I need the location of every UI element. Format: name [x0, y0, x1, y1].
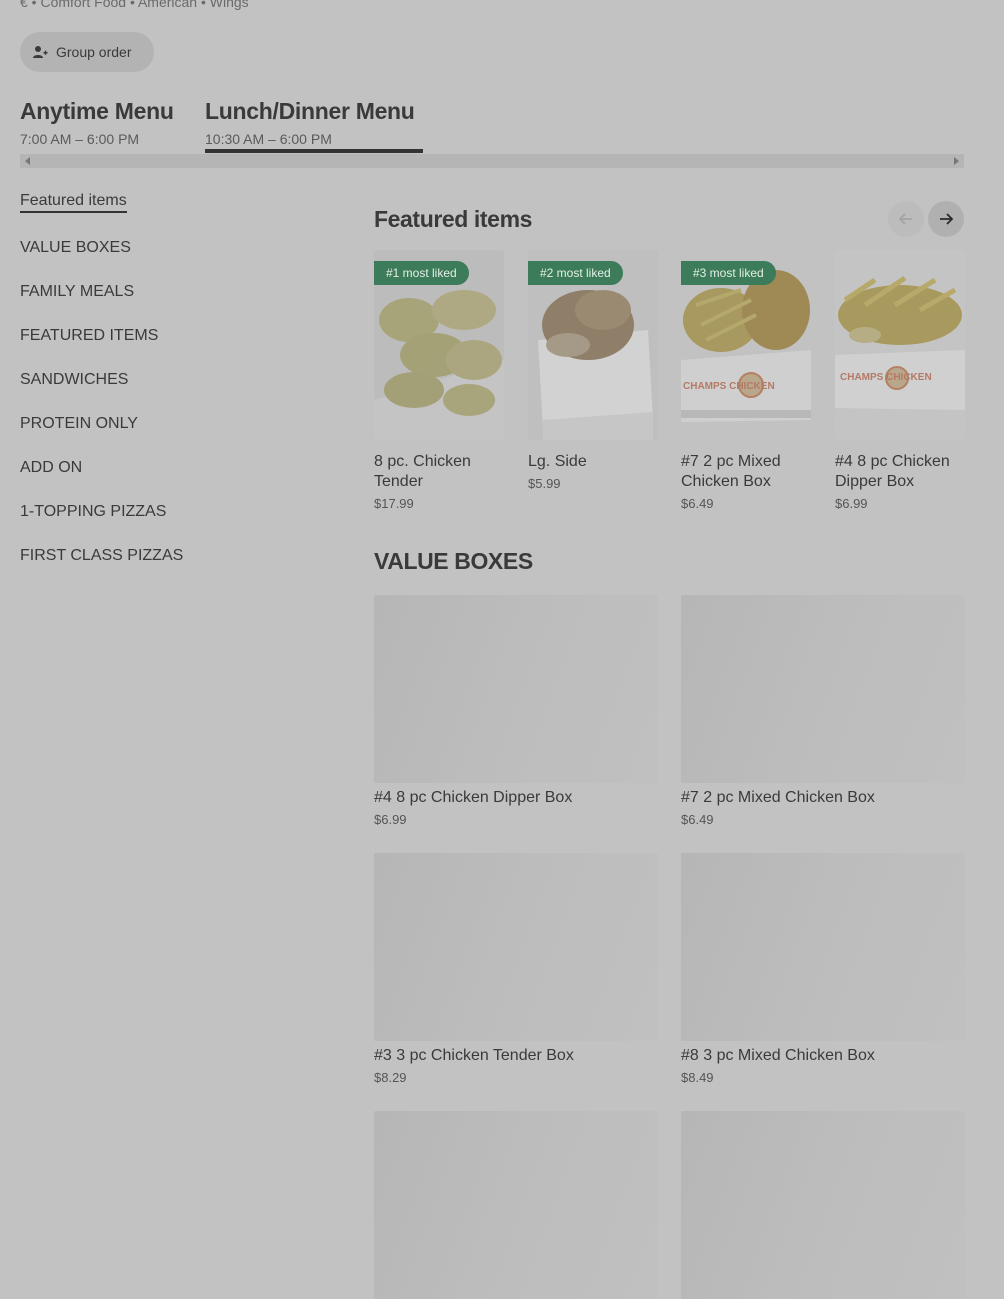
value-boxes-section-title: VALUE BOXES — [374, 548, 533, 574]
food-photo-brand-text: CHAMPS CHICKEN — [683, 381, 775, 392]
most-liked-badge: #3 most liked — [681, 261, 776, 285]
sidebar-item-add-on[interactable]: ADD ON — [20, 459, 82, 477]
featured-item-card[interactable]: 8 pc. Chicken Tender $17.99 — [374, 250, 504, 511]
menu-item-card[interactable]: #8 3 pc Mixed Chicken Box $8.49 — [681, 853, 965, 1085]
featured-item-card[interactable]: Lg. Side $5.99 — [528, 250, 658, 491]
item-image-placeholder — [374, 595, 658, 783]
featured-section-title: Featured items — [374, 206, 533, 232]
most-liked-badge: #2 most liked — [528, 261, 623, 285]
sidebar-item-featured-items[interactable]: Featured items — [20, 192, 127, 213]
featured-item-name: #7 2 pc Mixed Chicken Box — [681, 453, 781, 490]
item-image-placeholder — [681, 1111, 965, 1299]
horizontal-scrollbar[interactable] — [20, 154, 964, 168]
add-person-icon — [33, 46, 48, 58]
item-image-placeholder — [374, 853, 658, 1041]
featured-item-name: #4 8 pc Chicken Dipper Box — [835, 453, 950, 490]
sidebar-item-value-boxes[interactable]: VALUE BOXES — [20, 239, 131, 257]
menu-item-card[interactable]: #3 3 pc Chicken Tender Box $8.29 — [374, 853, 658, 1085]
tab-lunch-dinner-menu[interactable]: Lunch/Dinner Menu 10:30 AM – 6:00 PM — [205, 98, 415, 147]
arrow-left-icon — [898, 213, 912, 225]
store-info-line: € • Comfort Food • American • Wings — [20, 0, 249, 10]
menu-item-card[interactable] — [374, 1111, 658, 1299]
item-image-placeholder — [681, 853, 965, 1041]
menu-item-price: $8.29 — [374, 1070, 407, 1085]
menu-item-card[interactable] — [681, 1111, 965, 1299]
menu-item-name: #4 8 pc Chicken Dipper Box — [374, 789, 573, 806]
sidebar-item-sandwiches[interactable]: SANDWICHES — [20, 371, 128, 389]
carousel-next-button[interactable] — [928, 201, 964, 237]
featured-item-price: $6.49 — [681, 496, 714, 511]
sidebar-item-first-class-pizzas[interactable]: FIRST CLASS PIZZAS — [20, 547, 183, 565]
item-image-placeholder — [681, 595, 965, 783]
menu-item-name: #8 3 pc Mixed Chicken Box — [681, 1047, 875, 1064]
sidebar-item-featured-items-upper[interactable]: FEATURED ITEMS — [20, 327, 158, 345]
sidebar-item-family-meals[interactable]: FAMILY MEALS — [20, 283, 134, 301]
menu-item-card[interactable]: #4 8 pc Chicken Dipper Box $6.99 — [374, 595, 658, 827]
scroll-right-arrow-icon[interactable] — [954, 157, 959, 165]
group-order-button[interactable]: Group order — [20, 32, 154, 72]
most-liked-badge: #1 most liked — [374, 261, 469, 285]
scroll-left-arrow-icon[interactable] — [25, 157, 30, 165]
sidebar-item-1-topping-pizzas[interactable]: 1-TOPPING PIZZAS — [20, 503, 166, 521]
tab-anytime-menu[interactable]: Anytime Menu 7:00 AM – 6:00 PM — [20, 98, 174, 147]
featured-item-price: $5.99 — [528, 476, 561, 491]
sidebar-item-protein-only[interactable]: PROTEIN ONLY — [20, 415, 138, 433]
menu-item-price: $6.49 — [681, 812, 714, 827]
featured-item-name: 8 pc. Chicken Tender — [374, 453, 471, 490]
featured-item-card[interactable]: CHAMPS CHICKEN #7 2 pc Mixed Chicken Box… — [681, 250, 811, 511]
menu-item-name: #7 2 pc Mixed Chicken Box — [681, 789, 875, 806]
featured-item-name: Lg. Side — [528, 453, 587, 470]
active-tab-indicator — [205, 149, 423, 153]
featured-item-price: $6.99 — [835, 496, 868, 511]
menu-hours: 7:00 AM – 6:00 PM — [20, 131, 140, 147]
menu-item-price: $8.49 — [681, 1070, 714, 1085]
food-photo: CHAMPS CHICKEN — [835, 250, 965, 440]
menu-title: Anytime Menu — [20, 98, 174, 124]
group-order-label: Group order — [56, 44, 132, 60]
featured-item-price: $17.99 — [374, 496, 414, 511]
featured-item-card[interactable]: CHAMPS CHICKEN #4 8 pc Chicken Dipper Bo… — [835, 250, 965, 511]
menu-item-price: $6.99 — [374, 812, 407, 827]
menu-hours: 10:30 AM – 6:00 PM — [205, 131, 332, 147]
menu-item-name: #3 3 pc Chicken Tender Box — [374, 1047, 574, 1064]
item-image-placeholder — [374, 1111, 658, 1299]
menu-title: Lunch/Dinner Menu — [205, 98, 415, 124]
menu-item-card[interactable]: #7 2 pc Mixed Chicken Box $6.49 — [681, 595, 965, 827]
carousel-prev-button[interactable] — [888, 201, 924, 237]
food-photo-brand-text: CHAMPS CHICKEN — [840, 372, 932, 383]
arrow-right-icon — [940, 213, 954, 225]
